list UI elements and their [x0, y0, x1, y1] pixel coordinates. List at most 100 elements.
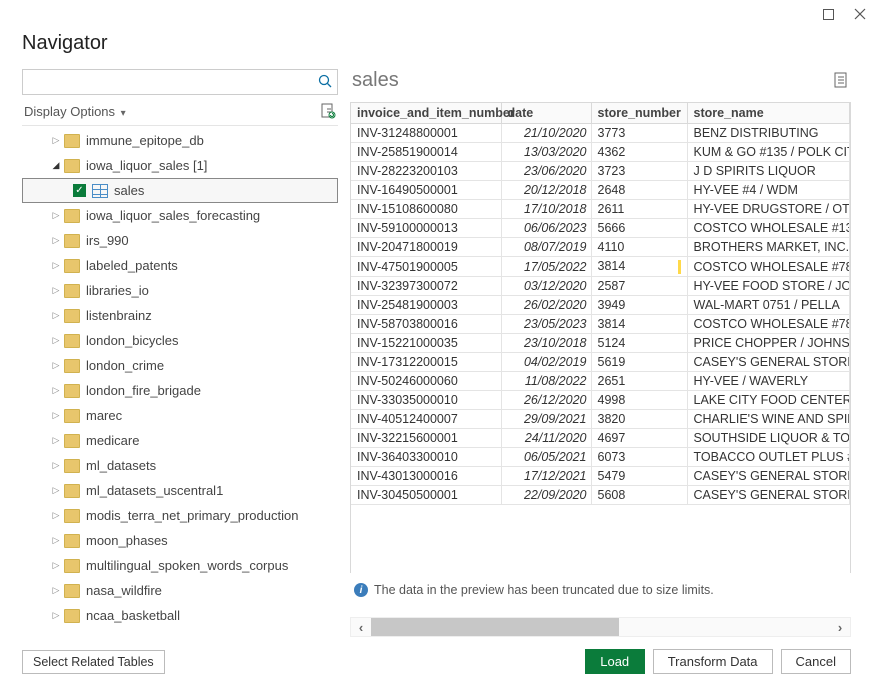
column-header[interactable]: date	[501, 103, 591, 124]
tree-folder-item[interactable]: ▷ncaa_basketball	[22, 603, 338, 628]
tree-folder-item[interactable]: ▷immune_epitope_db	[22, 128, 338, 153]
table-row[interactable]: INV-3124880000121/10/20203773BENZ DISTRI…	[351, 124, 850, 143]
table-row[interactable]: INV-3303500001026/12/20204998LAKE CITY F…	[351, 391, 850, 410]
table-row[interactable]: INV-3045050000122/09/20205608CASEY'S GEN…	[351, 486, 850, 505]
close-icon[interactable]	[853, 7, 867, 21]
highlight-marker	[678, 260, 681, 274]
chevron-right-icon[interactable]: ▷	[50, 385, 62, 396]
cell-name: COSTCO WHOLESALE #1325 /	[687, 219, 850, 238]
folder-icon	[64, 409, 80, 423]
cell-date: 13/03/2020	[501, 143, 591, 162]
search-icon[interactable]	[317, 73, 333, 89]
chevron-right-icon[interactable]: ▷	[50, 335, 62, 346]
display-options-button[interactable]: Display Options ▾	[24, 104, 126, 119]
column-header[interactable]: invoice_and_item_number	[351, 103, 501, 124]
refresh-preview-icon[interactable]	[320, 103, 336, 119]
table-row[interactable]: INV-5870380001623/05/20233814COSTCO WHOL…	[351, 315, 850, 334]
table-row[interactable]: INV-3239730007203/12/20202587HY-VEE FOOD…	[351, 277, 850, 296]
cell-store: 2587	[591, 277, 687, 296]
chevron-right-icon[interactable]: ▷	[50, 610, 62, 621]
tree-folder-item[interactable]: ▷labeled_patents	[22, 253, 338, 278]
chevron-right-icon[interactable]: ▷	[50, 485, 62, 496]
table-row[interactable]: INV-1522100003523/10/20185124PRICE CHOPP…	[351, 334, 850, 353]
chevron-right-icon[interactable]: ▷	[50, 460, 62, 471]
cancel-button[interactable]: Cancel	[781, 649, 851, 674]
folder-icon	[64, 334, 80, 348]
chevron-right-icon[interactable]: ▷	[50, 285, 62, 296]
maximize-icon[interactable]	[821, 7, 835, 21]
tree-folder-item[interactable]: ◢iowa_liquor_sales [1]	[22, 153, 338, 178]
cell-inv: INV-17312200015	[351, 353, 501, 372]
table-row[interactable]: INV-4750190000517/05/20223814COSTCO WHOL…	[351, 257, 850, 277]
tree-folder-item[interactable]: ▷libraries_io	[22, 278, 338, 303]
table-row[interactable]: INV-4301300001617/12/20215479CASEY'S GEN…	[351, 467, 850, 486]
table-row[interactable]: INV-4051240000729/09/20213820CHARLIE'S W…	[351, 410, 850, 429]
info-icon: i	[354, 583, 368, 597]
select-related-tables-button[interactable]: Select Related Tables	[22, 650, 165, 674]
cell-date: 06/05/2021	[501, 448, 591, 467]
horizontal-scrollbar[interactable]: ‹ ›	[350, 617, 851, 637]
chevron-right-icon[interactable]: ▷	[50, 135, 62, 146]
scroll-right-icon[interactable]: ›	[830, 620, 850, 635]
chevron-right-icon[interactable]: ▷	[50, 310, 62, 321]
tree-folder-item[interactable]: ▷london_bicycles	[22, 328, 338, 353]
display-options-label: Display Options	[24, 104, 115, 119]
chevron-right-icon[interactable]: ▷	[50, 410, 62, 421]
checkbox[interactable]: ✓	[73, 184, 86, 197]
table-row[interactable]: INV-3221560000124/11/20204697SOUTHSIDE L…	[351, 429, 850, 448]
tree-folder-item[interactable]: ▷listenbrainz	[22, 303, 338, 328]
chevron-right-icon[interactable]: ▷	[50, 260, 62, 271]
tree-folder-item[interactable]: ▷ml_datasets	[22, 453, 338, 478]
cell-inv: INV-20471800019	[351, 238, 501, 257]
chevron-right-icon[interactable]: ▷	[50, 235, 62, 246]
folder-icon	[64, 134, 80, 148]
table-row[interactable]: INV-1510860008017/10/20182611HY-VEE DRUG…	[351, 200, 850, 219]
scroll-thumb[interactable]	[371, 618, 619, 636]
table-row[interactable]: INV-2047180001908/07/20194110BROTHERS MA…	[351, 238, 850, 257]
tree-folder-item[interactable]: ▷modis_terra_net_primary_production	[22, 503, 338, 528]
tree-table-item[interactable]: ✓sales	[22, 178, 338, 203]
tree-folder-item[interactable]: ▷marec	[22, 403, 338, 428]
table-row[interactable]: INV-2585190001413/03/20204362KUM & GO #1…	[351, 143, 850, 162]
cell-name: WAL-MART 0751 / PELLA	[687, 296, 850, 315]
scroll-left-icon[interactable]: ‹	[351, 620, 371, 635]
table-row[interactable]: INV-1731220001504/02/20195619CASEY'S GEN…	[351, 353, 850, 372]
tree-folder-item[interactable]: ▷iowa_liquor_sales_forecasting	[22, 203, 338, 228]
tree-folder-item[interactable]: ▷nasa_wildfire	[22, 578, 338, 603]
tree-folder-item[interactable]: ▷ml_datasets_uscentral1	[22, 478, 338, 503]
tree-folder-item[interactable]: ▷multilingual_spoken_words_corpus	[22, 553, 338, 578]
load-button[interactable]: Load	[585, 649, 645, 674]
cell-name: CASEY'S GENERAL STORE #35	[687, 467, 850, 486]
cell-date: 24/11/2020	[501, 429, 591, 448]
tree-folder-item[interactable]: ▷moon_phases	[22, 528, 338, 553]
tree-folder-item[interactable]: ▷london_crime	[22, 353, 338, 378]
cell-name: HY-VEE FOOD STORE / JOHNS	[687, 277, 850, 296]
transform-data-button[interactable]: Transform Data	[653, 649, 773, 674]
cell-date: 26/02/2020	[501, 296, 591, 315]
table-row[interactable]: INV-5024600006011/08/20222651HY-VEE / WA…	[351, 372, 850, 391]
preview-options-icon[interactable]	[833, 72, 849, 90]
chevron-right-icon[interactable]: ▷	[50, 585, 62, 596]
chevron-right-icon[interactable]: ▷	[50, 535, 62, 546]
tree-folder-item[interactable]: ▷medicare	[22, 428, 338, 453]
cell-name: BROTHERS MARKET, INC.	[687, 238, 850, 257]
column-header[interactable]: store_name	[687, 103, 850, 124]
table-row[interactable]: INV-2548190000326/02/20203949WAL-MART 07…	[351, 296, 850, 315]
column-header[interactable]: store_number	[591, 103, 687, 124]
chevron-right-icon[interactable]: ▷	[50, 435, 62, 446]
tree-folder-item[interactable]: ▷irs_990	[22, 228, 338, 253]
tree-folder-item[interactable]: ▷london_fire_brigade	[22, 378, 338, 403]
table-row[interactable]: INV-1649050000120/12/20182648HY-VEE #4 /…	[351, 181, 850, 200]
search-input-wrap[interactable]	[22, 69, 338, 95]
chevron-right-icon[interactable]: ▷	[50, 360, 62, 371]
table-row[interactable]: INV-3640330001006/05/20216073TOBACCO OUT…	[351, 448, 850, 467]
table-row[interactable]: INV-2822320010323/06/20203723J D SPIRITS…	[351, 162, 850, 181]
search-input[interactable]	[23, 70, 311, 94]
chevron-right-icon[interactable]: ▷	[50, 510, 62, 521]
cell-name: HY-VEE #4 / WDM	[687, 181, 850, 200]
chevron-down-icon[interactable]: ◢	[50, 160, 62, 171]
chevron-right-icon[interactable]: ▷	[50, 210, 62, 221]
table-row[interactable]: INV-5910000001306/06/20235666COSTCO WHOL…	[351, 219, 850, 238]
cell-name: PRICE CHOPPER / JOHNSTON	[687, 334, 850, 353]
chevron-right-icon[interactable]: ▷	[50, 560, 62, 571]
